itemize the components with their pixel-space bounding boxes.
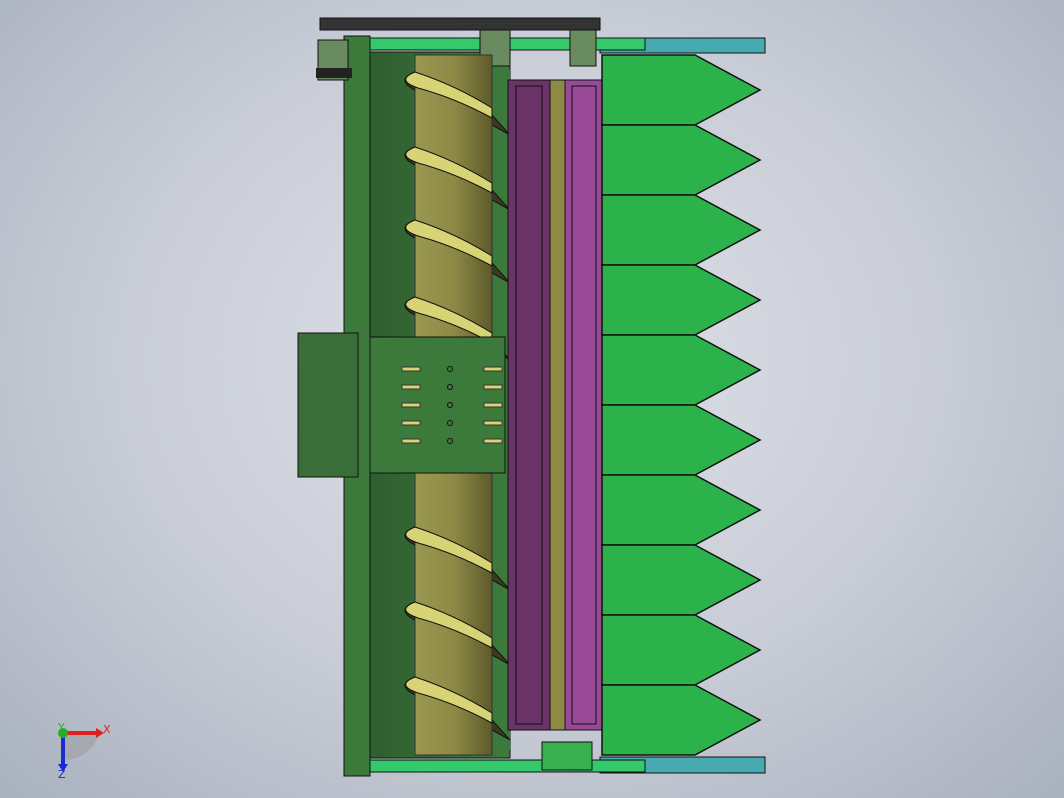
bolt	[483, 438, 503, 444]
divider-tooth	[601, 194, 762, 266]
z-axis-label: Z	[58, 768, 66, 781]
bolt	[483, 384, 503, 390]
axis-triad: X Y Z	[57, 721, 111, 781]
divider-teeth	[601, 54, 762, 756]
divider-tooth	[601, 54, 762, 126]
y-axis-label: Y	[57, 721, 65, 734]
divider-tooth	[601, 334, 762, 406]
cad-viewport[interactable]: X Y Z	[0, 0, 1064, 798]
gearbox	[297, 332, 359, 478]
bolt	[401, 366, 421, 372]
bolt	[483, 366, 503, 372]
bolt	[401, 420, 421, 426]
bolt	[483, 420, 503, 426]
center-panel	[369, 336, 506, 474]
divider-tooth	[601, 264, 762, 336]
bolt	[401, 438, 421, 444]
divider-tooth	[601, 544, 762, 616]
divider-tooth	[601, 404, 762, 476]
divider-tooth	[601, 124, 762, 196]
bolt	[483, 402, 503, 408]
divider-tooth	[601, 684, 762, 756]
bolt	[401, 402, 421, 408]
purple-guards	[507, 79, 604, 731]
divider-tooth	[601, 474, 762, 546]
bolt	[401, 384, 421, 390]
divider-tooth	[601, 614, 762, 686]
x-axis-label: X	[103, 723, 111, 736]
